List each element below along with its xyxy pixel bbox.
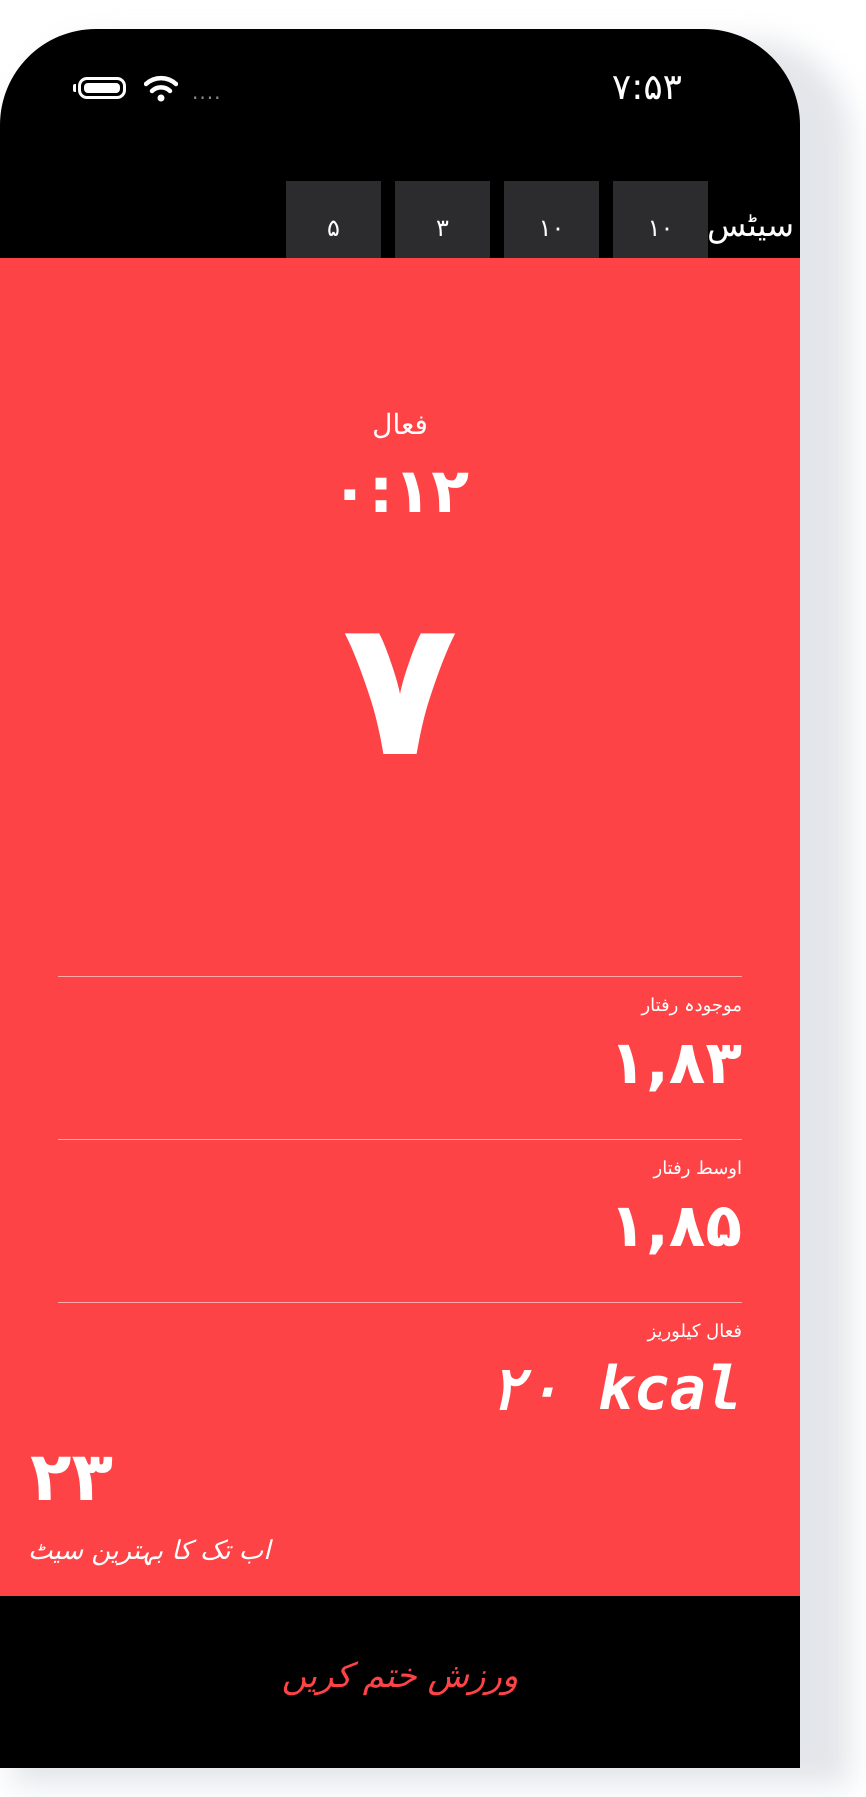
wifi-icon	[144, 75, 178, 102]
signal-icon: ....	[192, 80, 222, 104]
current-speed-value: ۱,۸۳	[609, 1028, 742, 1098]
active-calories-value: ۲۰ kcal	[489, 1354, 742, 1424]
average-speed-label: اوسط رفتار	[653, 1158, 743, 1179]
best-set-value: ۲۳	[30, 1438, 114, 1517]
status-time: ۷:۵۳	[611, 67, 682, 108]
divider	[58, 1302, 742, 1303]
battery-tip	[73, 84, 76, 92]
workout-timer: ۰:۱۲	[330, 454, 470, 527]
sets-label: سیٹس	[707, 206, 794, 244]
status-bar: .... ۷:۵۳	[0, 29, 800, 129]
best-set-label: اب تک کا بہترین سیٹ	[28, 1536, 271, 1566]
divider	[58, 976, 742, 977]
divider	[58, 1139, 742, 1140]
rep-count: ۷	[342, 578, 458, 799]
phone-screen: .... ۷:۵۳ ۵ ۳ ۱۰ ۱۰ سیٹس فعال ۰:۱۲ ۷ موج…	[0, 29, 800, 1768]
workout-panel: فعال ۰:۱۲ ۷ موجودہ رفتار ۱,۸۳ اوسط رفتار…	[0, 258, 800, 1596]
state-label: فعال	[372, 408, 428, 441]
active-calories-label: فعال کیلوریز	[647, 1321, 742, 1342]
current-speed-label: موجودہ رفتار	[641, 995, 742, 1016]
average-speed-value: ۱,۸۵	[609, 1191, 742, 1261]
battery-icon	[78, 77, 126, 99]
end-workout-button[interactable]: ورزش ختم کریں	[0, 1596, 800, 1768]
sets-row: ۵ ۳ ۱۰ ۱۰ سیٹس	[0, 141, 800, 275]
